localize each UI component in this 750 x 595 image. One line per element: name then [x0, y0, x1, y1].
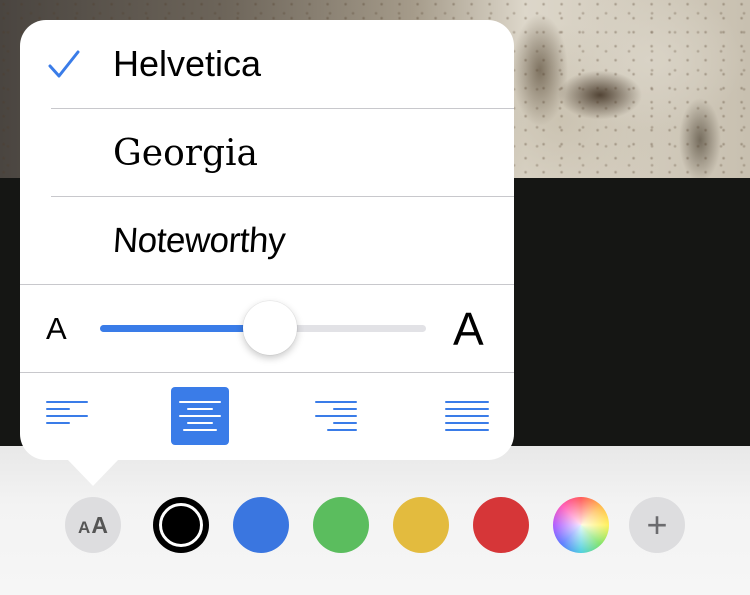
canvas: A A + Helvetica Georgia Noteworthy A A [0, 0, 750, 595]
color-red-swatch[interactable] [473, 497, 529, 553]
align-justify-button[interactable] [437, 387, 495, 445]
font-size-row: A A [20, 285, 514, 373]
font-option-label: Georgia [113, 132, 258, 174]
left-align-icon [46, 401, 88, 424]
popover-arrow [67, 459, 119, 486]
align-right-button[interactable] [304, 387, 362, 445]
font-option-noteworthy[interactable]: Noteworthy [20, 197, 514, 285]
font-option-label: Helvetica [113, 43, 262, 84]
right-align-icon [315, 401, 357, 431]
plus-icon: + [646, 504, 668, 545]
color-picker-wheel[interactable] [553, 497, 609, 553]
color-green-swatch[interactable] [313, 497, 369, 553]
size-slider-thumb[interactable] [242, 301, 297, 355]
font-option-georgia[interactable]: Georgia [20, 109, 514, 197]
color-black-swatch[interactable] [153, 497, 209, 553]
color-yellow-swatch[interactable] [393, 497, 449, 553]
selected-color-ring [159, 503, 203, 547]
font-button-big-a: A [91, 511, 108, 538]
checkmark-icon [48, 50, 80, 78]
font-option-label: Noteworthy [111, 221, 287, 260]
font-button[interactable]: A A [65, 497, 121, 553]
font-option-helvetica[interactable]: Helvetica [20, 20, 514, 108]
color-blue-swatch[interactable] [233, 497, 289, 553]
alignment-row [20, 373, 514, 460]
add-button[interactable]: + [629, 497, 685, 553]
font-button-small-a: A [78, 518, 91, 537]
align-left-button[interactable] [38, 387, 96, 445]
justify-icon [445, 401, 489, 431]
center-align-icon [179, 401, 221, 431]
align-center-button[interactable] [171, 387, 229, 445]
font-popover: Helvetica Georgia Noteworthy A A [20, 20, 514, 460]
small-size-label: A [46, 311, 67, 346]
large-size-label: A [453, 303, 484, 355]
